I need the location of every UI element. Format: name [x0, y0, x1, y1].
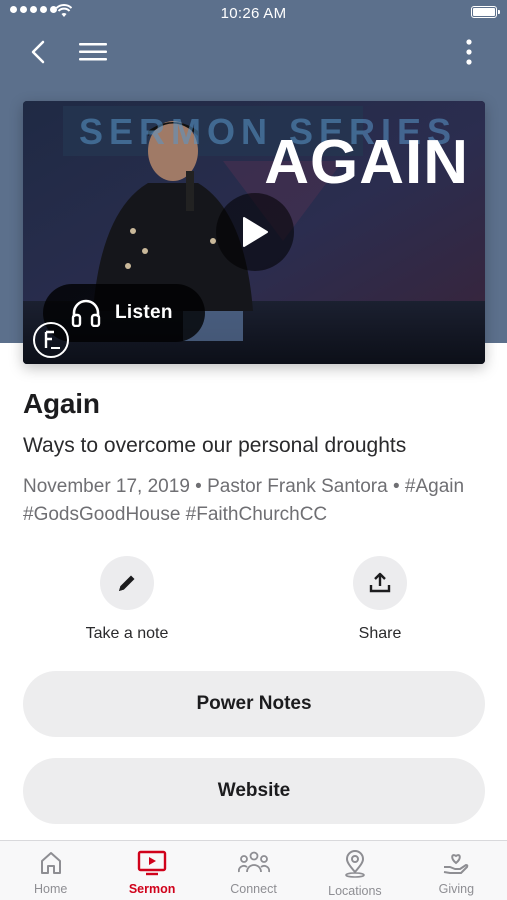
play-icon	[243, 217, 268, 247]
tab-sermon-label: Sermon	[128, 882, 176, 896]
hamburger-menu-icon	[79, 43, 107, 61]
headphones-icon	[71, 299, 101, 327]
website-button[interactable]: Website	[23, 758, 485, 824]
pencil-icon	[119, 575, 135, 591]
navigation-bar	[0, 30, 507, 74]
home-icon	[40, 852, 61, 874]
listen-label: Listen	[115, 302, 173, 323]
sermon-meta: November 17, 2019 • Pastor Frank Santora…	[23, 476, 465, 525]
thumbnail-title: AGAIN	[264, 128, 469, 197]
tab-giving-label: Giving	[438, 882, 475, 896]
map-pin-icon	[345, 850, 365, 878]
chevron-left-icon	[31, 40, 45, 64]
people-icon	[237, 851, 270, 873]
share-label: Share	[358, 625, 402, 642]
tv-play-icon	[137, 850, 167, 876]
tab-connect[interactable]: Connect	[203, 841, 304, 900]
more-vertical-icon	[466, 39, 472, 65]
sermon-video-thumbnail[interactable]: SERMON SERIES AGAIN Listen	[23, 101, 485, 364]
hand-heart-icon	[444, 854, 469, 874]
status-bar: 10:26 AM	[0, 0, 507, 28]
tab-home-label: Home	[34, 882, 68, 896]
power-notes-button[interactable]: Power Notes	[23, 671, 485, 737]
take-a-note-button[interactable]: Take a note	[67, 556, 187, 643]
tab-giving[interactable]: Giving	[406, 841, 507, 900]
tab-sermon[interactable]: Sermon	[101, 841, 202, 900]
tab-locations[interactable]: Locations	[304, 841, 405, 900]
share-upload-icon	[369, 572, 391, 593]
tab-connect-label: Connect	[230, 882, 277, 896]
tab-home[interactable]: Home	[0, 841, 101, 900]
play-button[interactable]	[216, 193, 294, 271]
battery-icon	[471, 6, 500, 18]
status-time: 10:26 AM	[220, 5, 287, 22]
bottom-tab-bar: Home Sermon Connect Locations Giving	[0, 840, 507, 900]
sermon-subtitle: Ways to overcome our personal droughts	[23, 434, 407, 457]
more-options-button[interactable]	[447, 30, 491, 74]
take-a-note-label: Take a note	[85, 625, 169, 642]
back-button[interactable]	[16, 30, 60, 74]
tab-locations-label: Locations	[328, 884, 382, 898]
share-button[interactable]: Share	[320, 556, 440, 643]
church-logo-icon	[33, 322, 69, 358]
sermon-title: Again	[23, 388, 100, 419]
menu-button[interactable]	[71, 30, 115, 74]
